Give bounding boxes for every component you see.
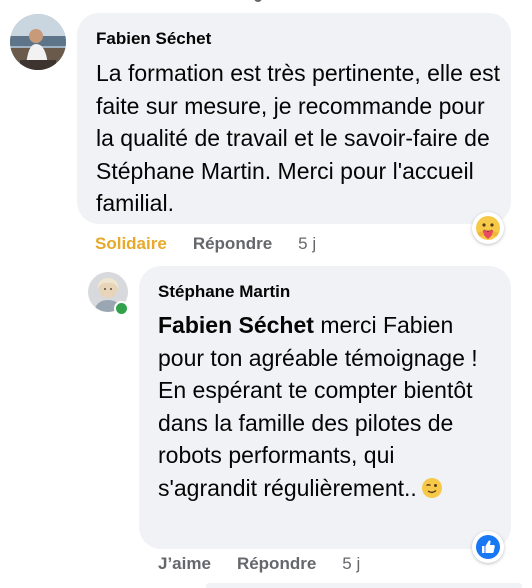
comment-author[interactable]: Stéphane Martin (158, 282, 290, 302)
reaction-badge[interactable] (472, 531, 504, 563)
avatar[interactable] (10, 14, 66, 70)
next-item-stub (206, 583, 522, 588)
like-button[interactable]: J’aime (158, 554, 211, 574)
reply-button[interactable]: Répondre (237, 554, 316, 574)
comment-actions: J’aime Répondre 5 j (158, 553, 360, 575)
reaction-button[interactable]: Solidaire (95, 234, 167, 254)
comment-actions: Solidaire Répondre 5 j (95, 233, 316, 255)
reaction-badge[interactable] (472, 212, 504, 244)
like-reaction-icon (476, 535, 500, 559)
comment-text: La formation est très pertinente, elle e… (96, 60, 500, 216)
comment-text: Fabien Séchet merci Fabien pour ton agré… (158, 309, 498, 504)
previous-item-stub (254, 0, 262, 2)
winking-face-icon (421, 477, 442, 498)
reply-button[interactable]: Répondre (193, 234, 272, 254)
avatar-photo (10, 14, 66, 70)
comment-author[interactable]: Fabien Séchet (96, 29, 211, 49)
mention-link[interactable]: Fabien Séchet (158, 312, 314, 338)
reply-text: merci Fabien pour ton agréable témoignag… (158, 312, 478, 501)
online-status-indicator (114, 301, 129, 316)
comment-timestamp[interactable]: 5 j (342, 554, 360, 574)
care-reaction-icon (476, 216, 500, 240)
comment-timestamp[interactable]: 5 j (298, 234, 316, 254)
